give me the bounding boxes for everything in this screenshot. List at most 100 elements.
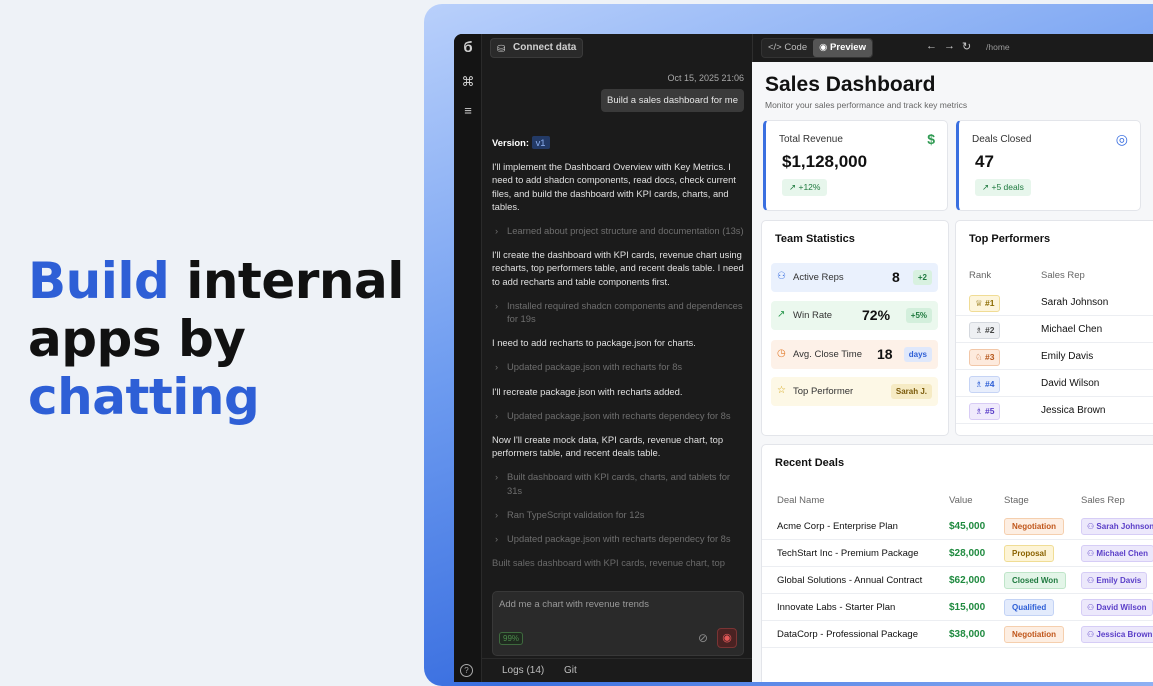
help-icon[interactable]: ? [460, 664, 473, 677]
table-row[interactable]: Acme Corp - Enterprise Plan $45,000 Negoti… [762, 513, 1153, 540]
users-icon: ⚇ [777, 271, 786, 282]
rep-name: Jessica Brown [1041, 405, 1106, 416]
tool-step[interactable]: Updated package.json with recharts depen… [492, 532, 744, 545]
connect-data-button[interactable]: ⛁ Connect data [490, 38, 584, 58]
tool-step[interactable]: Built dashboard with KPI cards, charts, … [492, 470, 744, 496]
column-header-value: Value [949, 495, 973, 506]
rep-badge-label: David Wilson [1096, 603, 1147, 612]
deal-name: Global Solutions - Annual Contract [777, 575, 923, 586]
column-header-deal-name: Deal Name [777, 495, 825, 506]
tool-step[interactable]: Updated package.json with recharts depen… [492, 409, 744, 422]
chat-input[interactable]: Add me a chart with revenue trends 99% ⊘… [492, 591, 744, 656]
preview-tab-label: Preview [830, 42, 866, 53]
version-tag[interactable]: v1 [531, 136, 550, 149]
team-statistics-card: Team Statistics ⚇ Active Reps 8 +2 ↗ Win… [761, 220, 949, 436]
hero-line-3: chatting [28, 368, 260, 426]
deal-name: Acme Corp - Enterprise Plan [777, 521, 898, 532]
deal-value: $45,000 [949, 521, 986, 532]
dollar-icon: $ [927, 131, 935, 147]
rep-name: Emily Davis [1041, 351, 1094, 362]
star-icon: ☆ [777, 385, 786, 396]
stage-badge: Qualified [1004, 599, 1055, 616]
hero-line-2: apps by [28, 310, 246, 368]
rep-name: David Wilson [1041, 378, 1100, 389]
assistant-message: I'll implement the Dashboard Overview wi… [492, 161, 736, 212]
stop-button[interactable]: ◉ [717, 628, 737, 648]
chat-panel: ⛁ Connect data Oct 15, 2025 21:06 Build … [482, 34, 752, 682]
stat-avg-close-time: ◷ Avg. Close Time 18 days [771, 340, 938, 369]
database-icon[interactable]: ≡ [460, 103, 476, 119]
code-tab[interactable]: </> Code [762, 39, 813, 57]
table-row[interactable]: Global Solutions - Annual Contract $62,00… [762, 567, 1153, 594]
logs-tab[interactable]: Logs (14) [502, 665, 544, 676]
kpi-value: 47 [975, 152, 994, 171]
hero-headline: Build internal apps by chatting [28, 252, 418, 426]
user-message: Build a sales dashboard for me [601, 89, 744, 112]
card-title: Recent Deals [775, 457, 845, 469]
rep-badge: ⚇ Jessica Brown [1081, 626, 1153, 643]
hero-word-internal: internal [169, 252, 404, 310]
user-icon: ⚇ [1087, 549, 1097, 558]
stat-label: Top Performer [793, 386, 854, 397]
user-icon: ⚇ [1087, 576, 1097, 585]
tool-step[interactable]: Ran TypeScript validation for 12s [492, 508, 744, 521]
kpi-change: ↗ +5 deals [975, 179, 1031, 196]
user-icon: ⚇ [1087, 522, 1097, 531]
assistant-message: Built sales dashboard with KPI cards, re… [492, 557, 725, 569]
kpi-card-revenue: Total Revenue $1,128,000 ↗ +12% $ [763, 120, 948, 211]
deal-name: DataCorp - Professional Package [777, 629, 918, 640]
rep-name: Sarah Johnson [1041, 297, 1109, 308]
deal-value: $15,000 [949, 602, 986, 613]
version-label: Version: [492, 137, 529, 148]
view-toggle: </> Code ◉ Preview [761, 38, 873, 58]
url-field[interactable]: /home [986, 42, 1010, 52]
stat-value: 8 [892, 269, 900, 285]
stat-win-rate: ↗ Win Rate 72% +5% [771, 301, 938, 330]
git-tab[interactable]: Git [564, 665, 577, 676]
stat-label: Win Rate [793, 310, 833, 321]
tool-step[interactable]: Updated package.json with recharts for 8… [492, 360, 744, 373]
rep-badge: ⚇ Michael Chen [1081, 545, 1153, 562]
table-row[interactable]: Innovate Labs - Starter Plan $15,000 Quali… [762, 594, 1153, 621]
card-title: Top Performers [969, 233, 1051, 245]
forward-icon[interactable]: → [944, 40, 955, 52]
tools-icon[interactable]: ⌘ [460, 74, 476, 90]
dashboard-preview: Sales Dashboard Monitor your sales perfo… [752, 62, 1153, 682]
rep-badge-label: Emily Davis [1096, 576, 1142, 585]
column-header-sales-rep: Sales Rep [1041, 270, 1085, 281]
page-subtitle: Monitor your sales performance and track… [765, 100, 968, 110]
table-row[interactable]: TechStart Inc - Premium Package $28,000 Pr… [762, 540, 1153, 567]
chat-input-placeholder: Add me a chart with revenue trends [499, 599, 649, 610]
tool-step[interactable]: Installed required shadcn components and… [492, 299, 744, 325]
kpi-label: Deals Closed [972, 134, 1032, 145]
chat-bottom-bar: Logs (14) Git [482, 658, 752, 682]
assistant-message: I'll recreate package.json with recharts… [492, 385, 683, 397]
user-icon: ⚇ [1087, 603, 1097, 612]
target-icon: ◎ [1115, 131, 1128, 147]
kpi-card-deals: Deals Closed 47 ↗ +5 deals ◎ [956, 120, 1141, 211]
stat-label: Active Reps [793, 272, 844, 283]
tool-step[interactable]: Learned about project structure and docu… [492, 224, 744, 237]
table-row: ♗ #4 David Wilson [956, 370, 1153, 397]
deal-value: $38,000 [949, 629, 986, 640]
table-row: ♕ #1 Sarah Johnson [956, 289, 1153, 316]
deal-value: $28,000 [949, 548, 986, 559]
stat-value: 18 [877, 346, 893, 362]
attach-icon[interactable]: ⊘ [698, 631, 708, 645]
refresh-icon[interactable]: ↻ [962, 40, 971, 53]
table-row: ♗ #5 Jessica Brown [956, 397, 1153, 424]
preview-tab[interactable]: ◉ Preview [813, 39, 872, 57]
rep-badge-label: Michael Chen [1096, 549, 1148, 558]
stat-active-reps: ⚇ Active Reps 8 +2 [771, 263, 938, 292]
rank-badge: ♘ #3 [969, 349, 1001, 366]
table-row: ♗ #2 Michael Chen [956, 316, 1153, 343]
stage-badge: Negotiation [1004, 626, 1064, 643]
kpi-label: Total Revenue [779, 134, 843, 145]
back-icon[interactable]: ← [926, 40, 937, 52]
rank-badge: ♕ #1 [969, 295, 1001, 312]
code-icon: </> [768, 42, 782, 53]
stage-badge: Negotiation [1004, 518, 1064, 535]
preview-toolbar: </> Code ◉ Preview ← → ↻ /home [752, 34, 1153, 62]
table-row[interactable]: DataCorp - Professional Package $38,000 Ne… [762, 621, 1153, 648]
assistant-message: Now I'll create mock data, KPI cards, re… [492, 434, 724, 459]
